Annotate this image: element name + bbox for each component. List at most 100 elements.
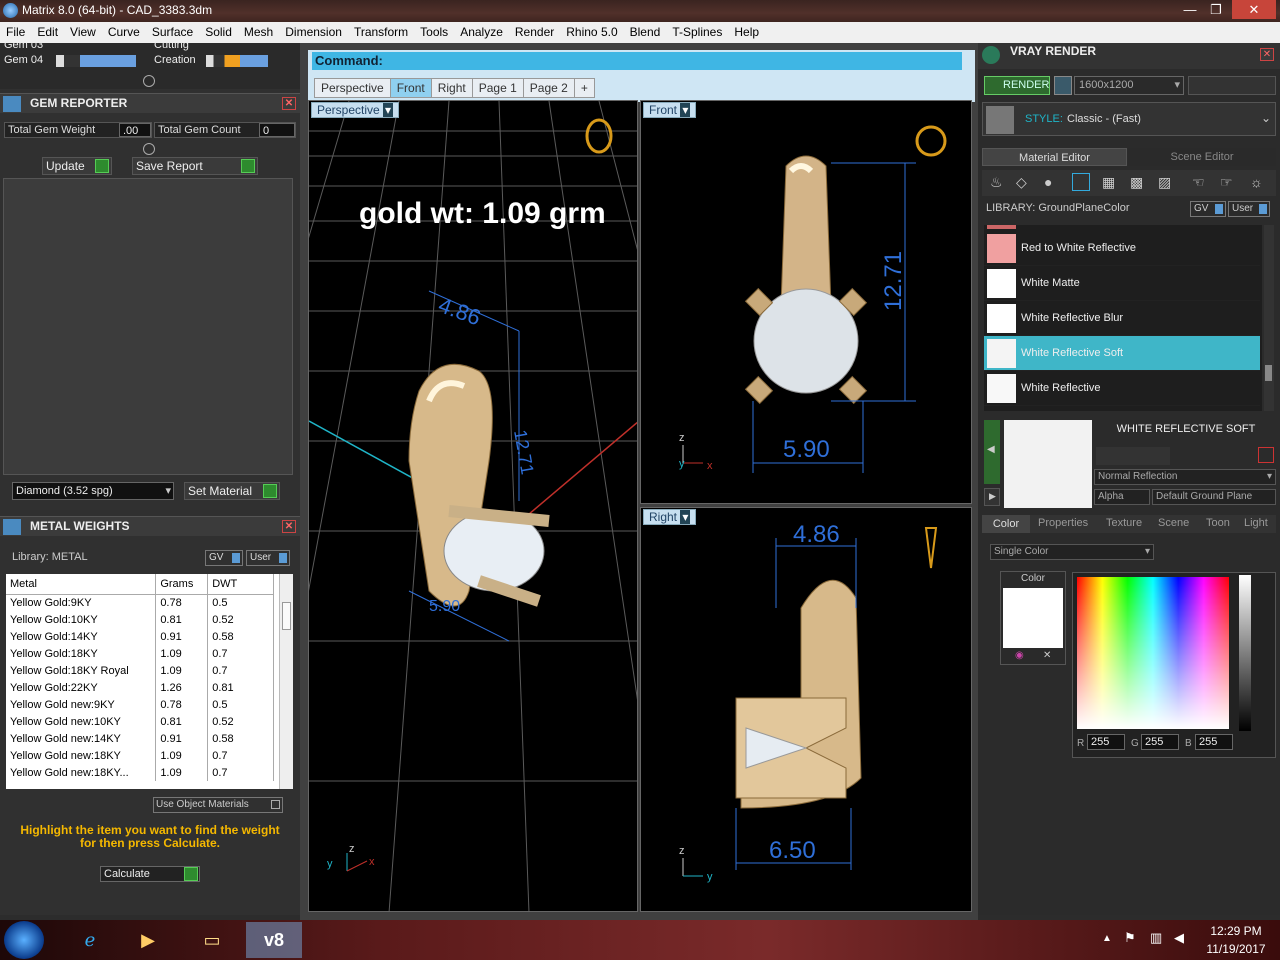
maximize-button[interactable]: ❐: [1203, 0, 1229, 19]
table-row[interactable]: Yellow Gold new:18KY... 1.09 0.7: [6, 764, 274, 781]
gv-toggle[interactable]: GV: [205, 550, 243, 566]
menu-blend[interactable]: Blend: [624, 22, 667, 39]
subtab-color[interactable]: Color: [982, 515, 1030, 533]
menu-tools[interactable]: Tools: [414, 22, 454, 39]
menu-view[interactable]: View: [64, 22, 102, 39]
right-label[interactable]: Right ▾: [643, 509, 697, 525]
minimize-button[interactable]: —: [1177, 0, 1203, 19]
table-row[interactable]: Yellow Gold:22KY 1.26 0.81: [6, 679, 274, 696]
menu-analyze[interactable]: Analyze: [454, 22, 509, 39]
tab-scene-editor[interactable]: Scene Editor: [1128, 148, 1276, 166]
material-item[interactable]: White Reflective: [984, 371, 1260, 406]
layer-gem03[interactable]: Gem 03: [4, 39, 43, 51]
material-list[interactable]: Red to White Reflective White Matte White …: [984, 225, 1262, 411]
perspective-label[interactable]: Perspective ▾: [311, 102, 400, 118]
material-item[interactable]: White Reflective Soft: [984, 336, 1260, 371]
col-grams[interactable]: Grams: [155, 574, 209, 595]
action-center-icon[interactable]: ⚑: [1124, 930, 1136, 946]
table-row[interactable]: Yellow Gold:9KY 0.78 0.5: [6, 594, 274, 611]
preview-toggle[interactable]: ◀: [984, 420, 1000, 484]
subtab-scene[interactable]: Scene: [1158, 517, 1189, 529]
perspective-menu-icon[interactable]: ▾: [383, 103, 394, 117]
internet-explorer-icon[interactable]: ℯ: [64, 922, 116, 958]
tab-page1[interactable]: Page 1: [471, 78, 524, 98]
grid-icon[interactable]: ▩: [1130, 174, 1143, 191]
expand-right-icon[interactable]: ▶: [984, 488, 1000, 506]
g-input[interactable]: 255: [1141, 734, 1179, 750]
table-row[interactable]: Yellow Gold new:10KY 0.81 0.52: [6, 713, 274, 730]
render-button[interactable]: RENDER: [984, 76, 1050, 95]
texture-icon[interactable]: ▦: [1102, 174, 1115, 191]
reflection-select[interactable]: Normal Reflection ▾: [1094, 469, 1276, 485]
style-select[interactable]: STYLE: Classic - (Fast) ⌄: [982, 102, 1276, 136]
explorer-folder-icon[interactable]: ▭: [186, 922, 238, 958]
layer-creation-controls[interactable]: [206, 55, 268, 67]
material-select[interactable]: Diamond (3.52 spg) ▾: [12, 482, 174, 500]
r-input[interactable]: 255: [1087, 734, 1125, 750]
table-row[interactable]: Yellow Gold new:9KY 0.78 0.5: [6, 696, 274, 713]
hand2-icon[interactable]: ☞: [1220, 174, 1233, 191]
table-row[interactable]: Yellow Gold:18KY Royal 1.09 0.7: [6, 662, 274, 679]
menu-tsplines[interactable]: T-Splines: [666, 22, 728, 39]
volume-icon[interactable]: ◀: [1174, 930, 1184, 946]
material-list-scrollbar[interactable]: [1264, 225, 1274, 411]
tab-page2[interactable]: Page 2: [522, 78, 575, 98]
command-line[interactable]: Command:: [312, 52, 962, 70]
resolution-select[interactable]: 1600x1200 ▾: [1074, 76, 1184, 95]
clock-date[interactable]: 11/19/2017: [1196, 942, 1276, 956]
network-icon[interactable]: ▥: [1150, 930, 1162, 946]
right-viewport[interactable]: 4.86 6.50 z y Right ▾: [640, 507, 972, 912]
show-hidden-icons[interactable]: ▲: [1102, 933, 1112, 944]
vray-close-icon[interactable]: ✕: [1260, 48, 1274, 61]
front-viewport[interactable]: 12.71 5.90 z y x Front ▾: [640, 100, 972, 504]
menu-mesh[interactable]: Mesh: [238, 22, 279, 39]
material-item[interactable]: White Reflective Blur: [984, 301, 1260, 336]
menu-transform[interactable]: Transform: [348, 22, 414, 39]
tab-perspective[interactable]: Perspective: [314, 78, 391, 98]
gem-list[interactable]: [3, 178, 293, 475]
table-row[interactable]: Yellow Gold new:18KY 1.09 0.7: [6, 747, 274, 764]
material-item[interactable]: White Matte: [984, 266, 1260, 301]
calculate-button[interactable]: Calculate: [100, 866, 200, 882]
alpha-select[interactable]: Alpha: [1094, 489, 1150, 505]
flame-icon[interactable]: ♨: [990, 174, 1003, 191]
material-type-toolbar[interactable]: ♨ ◇ ● ▦ ▩ ▨ ☜ ☞ ☼: [982, 170, 1276, 196]
front-menu-icon[interactable]: ▾: [680, 103, 691, 117]
color-mode-select[interactable]: Single Color ▾: [990, 544, 1154, 560]
tab-front[interactable]: Front: [389, 78, 432, 98]
color-swatch[interactable]: [1003, 588, 1063, 648]
right-menu-icon[interactable]: ▾: [680, 510, 691, 524]
hand-icon[interactable]: ☜: [1192, 174, 1205, 191]
menu-solid[interactable]: Solid: [199, 22, 238, 39]
light-icon[interactable]: ☼: [1250, 174, 1263, 190]
matrix-taskbar-item[interactable]: v8: [246, 922, 302, 958]
metal-table[interactable]: Metal Grams DWT Yellow Gold:9KY 0.78 0.5 Ye…: [6, 574, 293, 789]
subtab-properties[interactable]: Properties: [1038, 517, 1088, 529]
layer-gem04-controls[interactable]: [56, 55, 136, 67]
color-spectrum[interactable]: [1077, 577, 1229, 729]
menu-rhino[interactable]: Rhino 5.0: [560, 22, 623, 39]
update-button[interactable]: Update: [42, 157, 112, 175]
add-tab-button[interactable]: +: [573, 78, 595, 98]
palette-icon[interactable]: ◉: [1015, 650, 1024, 661]
brightness-slider[interactable]: [1239, 575, 1251, 731]
sphere-icon[interactable]: ●: [1044, 174, 1052, 190]
menu-file[interactable]: File: [0, 22, 31, 39]
layer-gem04[interactable]: Gem 04: [4, 54, 43, 66]
metal-table-scrollbar[interactable]: [279, 574, 293, 789]
col-metal[interactable]: Metal: [6, 574, 157, 595]
ground-plane-icon[interactable]: [1072, 173, 1090, 191]
menu-dimension[interactable]: Dimension: [279, 22, 348, 39]
material-user-toggle[interactable]: User: [1228, 201, 1270, 217]
expand-icon[interactable]: [143, 143, 155, 155]
user-toggle[interactable]: User: [246, 550, 290, 566]
subtab-toon[interactable]: Toon: [1206, 517, 1230, 529]
material-gv-toggle[interactable]: GV: [1190, 201, 1226, 217]
set-material-button[interactable]: Set Material: [184, 482, 280, 500]
table-row[interactable]: Yellow Gold:18KY 1.09 0.7: [6, 645, 274, 662]
b-input[interactable]: 255: [1195, 734, 1233, 750]
gem-reporter-close-icon[interactable]: ✕: [282, 97, 296, 110]
tab-right[interactable]: Right: [430, 78, 473, 98]
render-settings-icon[interactable]: [1054, 76, 1072, 95]
collapse-icon[interactable]: [143, 75, 155, 87]
